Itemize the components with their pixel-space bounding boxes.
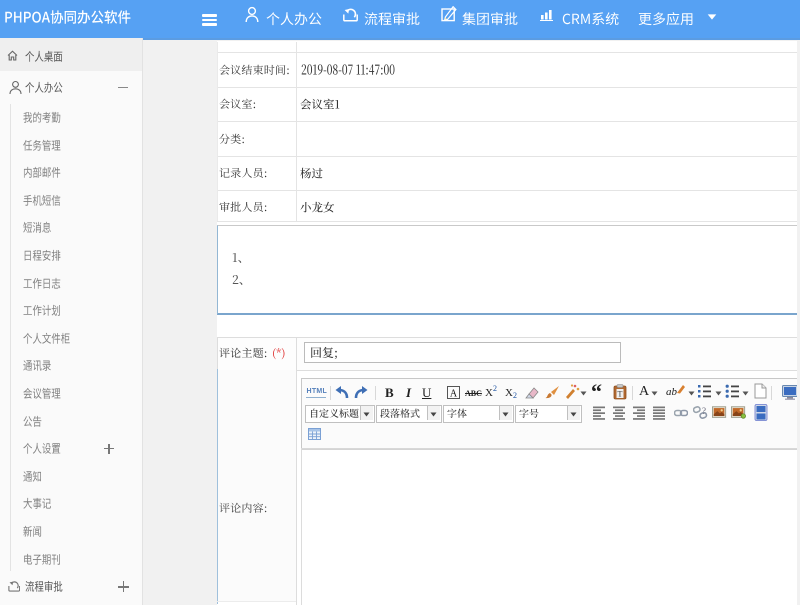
svg-text:A: A — [450, 389, 458, 400]
svg-text:T: T — [618, 390, 623, 399]
svg-text:?: ? — [702, 406, 706, 416]
